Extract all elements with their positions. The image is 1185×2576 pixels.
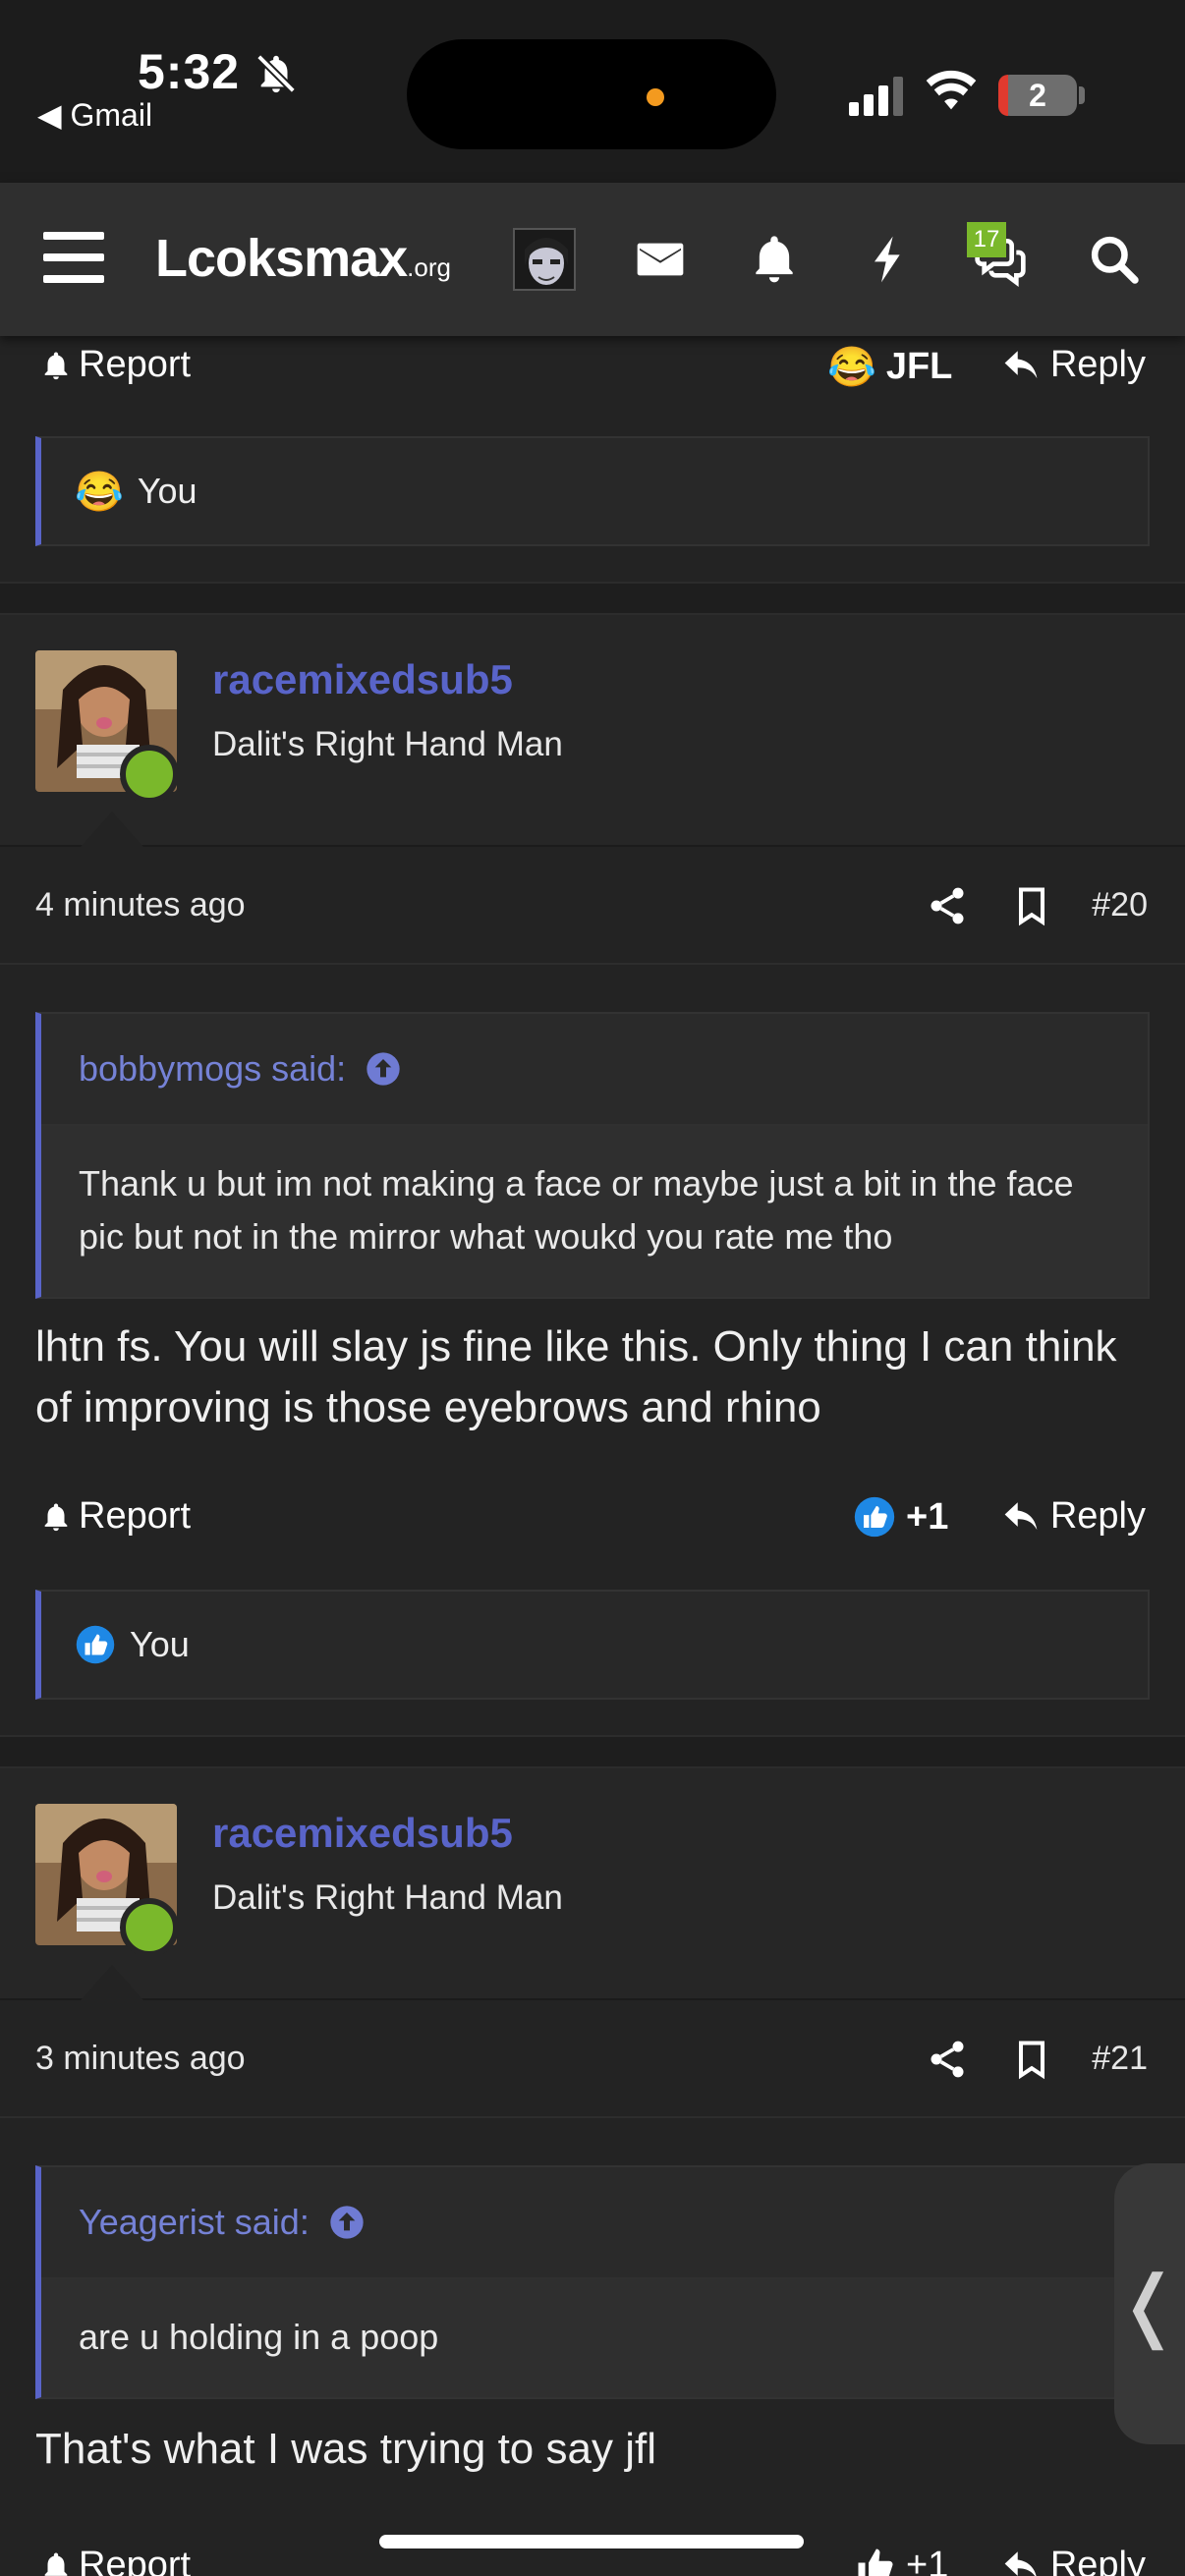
post-meta: 4 minutes ago #20: [0, 847, 1185, 965]
site-logo[interactable]: Lcoksmax.org: [155, 228, 451, 289]
post-number[interactable]: #20: [1092, 886, 1148, 924]
header-notch: [81, 1965, 143, 2000]
post-separator: [0, 1735, 1185, 1768]
crying-laughing-emoji-icon: 😂: [75, 470, 124, 514]
like-button[interactable]: +1: [855, 2545, 948, 2576]
quote-text: Thank u but im not making a face or mayb…: [41, 1126, 1148, 1297]
post-number[interactable]: #21: [1092, 2040, 1148, 2078]
post-timestamp[interactable]: 3 minutes ago: [35, 2040, 246, 2078]
go-to-quote-arrow-icon[interactable]: [327, 2203, 367, 2242]
home-indicator[interactable]: [379, 2535, 804, 2548]
post-user-header: racemixedsub5 Dalit's Right Hand Man: [0, 615, 1185, 847]
username-link[interactable]: racemixedsub5: [212, 656, 513, 703]
post-actions-row: Report +1 Reply: [0, 1478, 1185, 1556]
quote-header[interactable]: bobbymogs said:: [41, 1014, 1148, 1126]
menu-icon[interactable]: [43, 232, 104, 283]
header-notch: [81, 812, 143, 847]
quote-text: are u holding in a poop: [41, 2279, 1148, 2397]
like-thumb-icon: [854, 1496, 895, 1538]
cellular-signal-icon: [849, 77, 903, 116]
thumbs-up-icon: [858, 2548, 893, 2576]
reaction-summary[interactable]: 😂 You: [35, 436, 1150, 546]
post-message: lhtn fs. You will slay js fine like this…: [35, 1322, 1117, 1431]
user-title: Dalit's Right Hand Man: [212, 725, 563, 763]
username-link[interactable]: racemixedsub5: [212, 1810, 513, 1857]
bookmark-icon[interactable]: [1010, 2038, 1053, 2081]
post-timestamp[interactable]: 4 minutes ago: [35, 886, 246, 924]
like-thumb-icon: [76, 1625, 115, 1664]
bookmark-icon[interactable]: [1010, 884, 1053, 927]
go-to-quote-arrow-icon[interactable]: [364, 1049, 403, 1089]
share-icon[interactable]: [926, 884, 969, 927]
wifi-icon: [926, 70, 977, 110]
battery-tip: [1079, 86, 1085, 104]
side-panel-handle[interactable]: ❬: [1114, 2163, 1185, 2444]
notifications-bell-icon[interactable]: [747, 232, 802, 287]
reply-arrow-icon: [1004, 1501, 1038, 1530]
bell-muted-icon: [256, 54, 296, 93]
conversations-badge: 17: [967, 222, 1006, 257]
post-message: That's what I was trying to say jfl: [35, 2425, 656, 2473]
reply-arrow-icon: [1004, 350, 1038, 378]
report-button[interactable]: Report: [39, 1495, 191, 1538]
reaction-summary[interactable]: You: [35, 1590, 1150, 1700]
privacy-indicator: [647, 88, 664, 106]
quote-block: Yeagerist said: are u holding in a poop: [35, 2165, 1150, 2399]
battery-indicator: 2: [998, 75, 1077, 116]
clock: 5:32: [138, 44, 241, 99]
back-to-gmail[interactable]: ◀ Gmail: [37, 96, 152, 134]
dynamic-island: [407, 39, 776, 149]
reply-button[interactable]: Reply: [1001, 1495, 1146, 1538]
user-title: Dalit's Right Hand Man: [212, 1878, 563, 1917]
mail-icon[interactable]: [633, 232, 688, 287]
status-bar: 5:32 ◀ Gmail 2: [0, 0, 1185, 183]
top-navigation: Lcoksmax.org 17: [0, 183, 1185, 336]
online-status-indicator: [120, 745, 179, 804]
search-icon[interactable]: [1087, 232, 1142, 287]
crying-laughing-emoji-icon: 😂: [827, 346, 876, 389]
quote-header[interactable]: Yeagerist said:: [41, 2167, 1148, 2279]
report-button[interactable]: Report: [39, 344, 191, 386]
reply-button[interactable]: Reply: [1001, 344, 1146, 386]
reply-button[interactable]: Reply: [1001, 2545, 1146, 2576]
online-status-indicator: [120, 1898, 179, 1957]
reply-arrow-icon: [1004, 2550, 1037, 2576]
quote-author[interactable]: Yeagerist said:: [79, 2202, 310, 2243]
share-icon[interactable]: [926, 2038, 969, 2081]
whats-new-bolt-icon[interactable]: [861, 232, 916, 287]
post-user-header: racemixedsub5 Dalit's Right Hand Man: [0, 1768, 1185, 2000]
account-avatar[interactable]: [513, 228, 576, 291]
post-separator: [0, 582, 1185, 615]
report-bell-icon: [44, 352, 68, 379]
quote-author[interactable]: bobbymogs said:: [79, 1048, 346, 1090]
report-button[interactable]: Report: [39, 2545, 191, 2576]
quote-block: bobbymogs said: Thank u but im not makin…: [35, 1012, 1150, 1299]
reaction-like[interactable]: +1: [853, 1495, 948, 1539]
post-actions-row: Report 😂 JFL Reply: [0, 326, 1185, 405]
post-meta: 3 minutes ago #21: [0, 2000, 1185, 2118]
report-bell-icon: [44, 2552, 68, 2576]
report-bell-icon: [44, 1503, 68, 1531]
reaction-jfl[interactable]: 😂 JFL: [827, 344, 952, 390]
